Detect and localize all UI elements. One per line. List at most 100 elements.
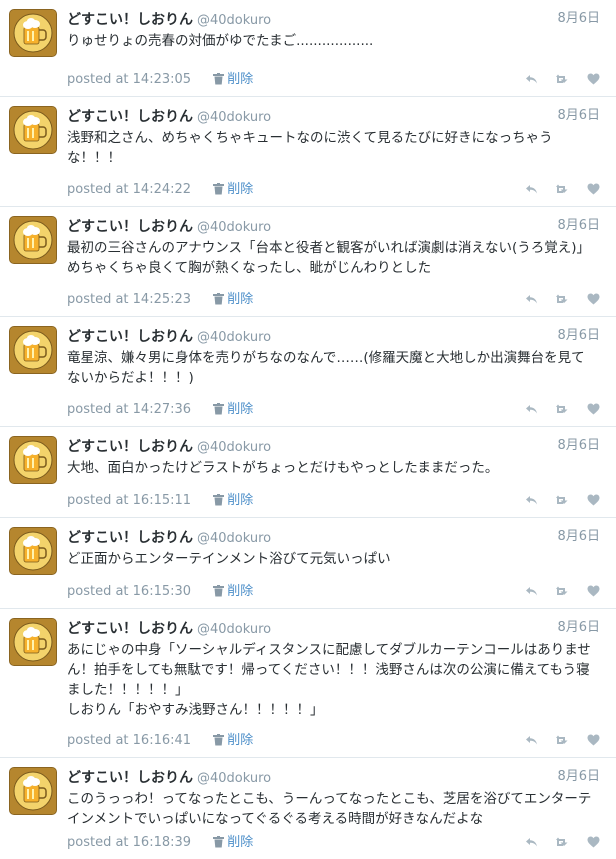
delete-label: 削除 <box>227 402 254 417</box>
avatar[interactable] <box>9 436 57 484</box>
delete-button[interactable]: 削除 <box>213 583 253 601</box>
tweet-text: 竜星涼、嫌々男に身体を売りがちなのなんで……(修羅天魔と大地しか出演舞台を見てな… <box>67 350 585 386</box>
delete-button[interactable]: 削除 <box>213 71 253 89</box>
retweet-icon[interactable] <box>555 401 570 419</box>
delete-button[interactable]: 削除 <box>213 732 253 750</box>
delete-button[interactable]: 削除 <box>213 834 253 852</box>
tweet-text: あにじゃの中身「ソーシャルディスタンスに配慮してダブルカーテンコールはありません… <box>67 642 591 718</box>
trash-icon <box>213 733 227 748</box>
trash-icon <box>213 835 227 850</box>
posted-time: posted at 16:16:41 <box>67 733 192 748</box>
delete-label: 削除 <box>227 835 254 850</box>
user-handle[interactable]: @40dokuro <box>197 220 271 235</box>
heart-icon[interactable] <box>587 181 600 199</box>
posted-time: posted at 16:18:39 <box>67 835 192 850</box>
delete-button[interactable]: 削除 <box>213 401 253 419</box>
retweet-icon[interactable] <box>555 834 570 852</box>
posted-time: posted at 14:27:36 <box>67 402 192 417</box>
posted-time: posted at 16:15:11 <box>67 493 192 508</box>
tweet-timeline: どすこい！しおりん @40dokuro 8月6日 りゅせりょの売春の対価がゆでたま… <box>0 0 616 859</box>
trash-icon <box>213 402 227 417</box>
delete-label: 削除 <box>227 584 254 599</box>
delete-label: 削除 <box>227 292 254 307</box>
reply-icon[interactable] <box>525 71 538 89</box>
user-name[interactable]: どすこい！しおりん <box>67 12 193 28</box>
delete-label: 削除 <box>227 733 254 748</box>
tweet-date[interactable]: 8月6日 <box>557 105 600 127</box>
trash-icon <box>213 584 227 599</box>
user-name[interactable]: どすこい！しおりん <box>67 329 193 345</box>
trash-icon <box>213 493 227 508</box>
delete-button[interactable]: 削除 <box>213 492 253 510</box>
user-name[interactable]: どすこい！しおりん <box>67 530 193 546</box>
reply-icon[interactable] <box>525 834 538 852</box>
tweet-date[interactable]: 8月6日 <box>557 766 600 788</box>
reply-icon[interactable] <box>525 492 538 510</box>
tweet-date[interactable]: 8月6日 <box>557 215 600 237</box>
user-name[interactable]: どすこい！しおりん <box>67 621 193 637</box>
avatar[interactable] <box>9 9 57 57</box>
reply-icon[interactable] <box>525 181 538 199</box>
retweet-icon[interactable] <box>555 71 570 89</box>
tweet-text: りゅせりょの売春の対価がゆでたまご.................. <box>67 33 374 49</box>
heart-icon[interactable] <box>587 492 600 510</box>
trash-icon <box>213 72 227 87</box>
delete-label: 削除 <box>227 493 254 508</box>
retweet-icon[interactable] <box>555 291 570 309</box>
retweet-icon[interactable] <box>555 583 570 601</box>
avatar[interactable] <box>9 326 57 374</box>
user-handle[interactable]: @40dokuro <box>197 110 271 125</box>
tweet-text: このうっっわ！ってなったとこも、うーんってなったとこも、芝居を浴びてエンターテイ… <box>67 791 592 827</box>
trash-icon <box>213 182 227 197</box>
posted-time: posted at 14:23:05 <box>67 72 192 87</box>
reply-icon[interactable] <box>525 583 538 601</box>
heart-icon[interactable] <box>587 71 600 89</box>
reply-icon[interactable] <box>525 291 538 309</box>
tweet-text: 浅野和之さん、めちゃくちゃキュートなのに渋くて見るたびに好きになっちゃうな！！！ <box>67 130 553 166</box>
tweet-date[interactable]: 8月6日 <box>557 8 600 30</box>
retweet-icon[interactable] <box>555 181 570 199</box>
tweet-text: 最初の三谷さんのアナウンス「台本と役者と観客がいれば演劇は消えない(うろ覚え)」… <box>67 240 590 276</box>
user-name[interactable]: どすこい！しおりん <box>67 219 193 235</box>
retweet-icon[interactable] <box>555 732 570 750</box>
heart-icon[interactable] <box>587 401 600 419</box>
tweet-item: どすこい！しおりん @40dokuro 8月6日 このうっっわ！ってなったとこも、… <box>0 758 616 859</box>
posted-time: posted at 14:24:22 <box>67 182 192 197</box>
avatar[interactable] <box>9 106 57 154</box>
retweet-icon[interactable] <box>555 492 570 510</box>
tweet-item: どすこい！しおりん @40dokuro 8月6日 ど正面からエンターテインメント浴… <box>0 518 616 609</box>
delete-button[interactable]: 削除 <box>213 291 253 309</box>
tweet-text: ど正面からエンターテインメント浴びて元気いっぱい <box>67 551 391 567</box>
tweet-date[interactable]: 8月6日 <box>557 617 600 639</box>
delete-button[interactable]: 削除 <box>213 181 253 199</box>
tweet-date[interactable]: 8月6日 <box>557 526 600 548</box>
posted-time: posted at 14:25:23 <box>67 292 192 307</box>
user-handle[interactable]: @40dokuro <box>197 440 271 455</box>
user-name[interactable]: どすこい！しおりん <box>67 109 193 125</box>
heart-icon[interactable] <box>587 834 600 852</box>
reply-icon[interactable] <box>525 732 538 750</box>
tweet-date[interactable]: 8月6日 <box>557 325 600 347</box>
tweet-item: どすこい！しおりん @40dokuro 8月6日 浅野和之さん、めちゃくちゃキュー… <box>0 97 616 207</box>
user-handle[interactable]: @40dokuro <box>197 622 271 637</box>
heart-icon[interactable] <box>587 291 600 309</box>
user-handle[interactable]: @40dokuro <box>197 330 271 345</box>
heart-icon[interactable] <box>587 732 600 750</box>
heart-icon[interactable] <box>587 583 600 601</box>
avatar[interactable] <box>9 618 57 666</box>
user-handle[interactable]: @40dokuro <box>197 771 271 786</box>
tweet-item: どすこい！しおりん @40dokuro 8月6日 大地、面白かったけどラストがちょ… <box>0 427 616 518</box>
avatar[interactable] <box>9 527 57 575</box>
user-handle[interactable]: @40dokuro <box>197 531 271 546</box>
tweet-item: どすこい！しおりん @40dokuro 8月6日 あにじゃの中身「ソーシャルディス… <box>0 609 616 758</box>
tweet-date[interactable]: 8月6日 <box>557 435 600 457</box>
user-name[interactable]: どすこい！しおりん <box>67 439 193 455</box>
posted-time: posted at 16:15:30 <box>67 584 192 599</box>
user-name[interactable]: どすこい！しおりん <box>67 770 193 786</box>
avatar[interactable] <box>9 767 57 815</box>
tweet-item: どすこい！しおりん @40dokuro 8月6日 竜星涼、嫌々男に身体を売りがちな… <box>0 317 616 427</box>
user-handle[interactable]: @40dokuro <box>197 13 271 28</box>
avatar[interactable] <box>9 216 57 264</box>
delete-label: 削除 <box>227 72 254 87</box>
reply-icon[interactable] <box>525 401 538 419</box>
